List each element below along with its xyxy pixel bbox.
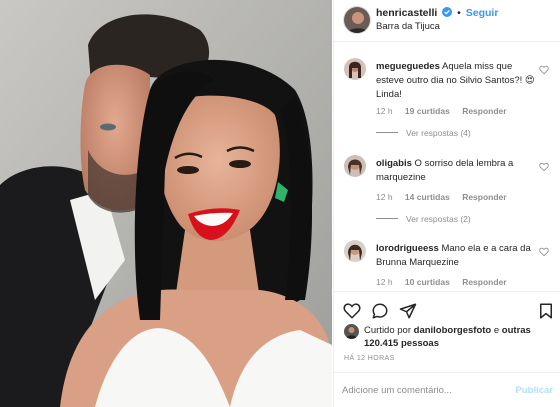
likes-prefix: Curtido por [364, 325, 411, 336]
post-header: henricastelli • Seguir Barra da Tijuca [334, 0, 560, 42]
liker-avatar[interactable] [344, 324, 359, 339]
publish-button[interactable]: Publicar [516, 385, 554, 396]
heart-icon[interactable] [539, 65, 549, 75]
commenter-avatar[interactable] [344, 155, 366, 177]
reply-button[interactable]: Responder [462, 106, 506, 116]
post-location[interactable]: Barra da Tijuca [376, 21, 440, 32]
comment-text: megueguedes Aquela miss que esteve outro… [376, 60, 541, 102]
view-replies-button[interactable]: Ver respostas (2) [376, 214, 471, 224]
post-photo[interactable] [0, 0, 332, 407]
heart-icon[interactable] [539, 162, 549, 172]
author-avatar[interactable] [343, 6, 371, 34]
view-replies-label: Ver respostas (2) [406, 214, 471, 224]
post-timestamp[interactable]: HÁ 12 HORAS [344, 355, 395, 362]
commenter-username[interactable]: lorodrigueess [376, 243, 439, 254]
author-username[interactable]: henricastelli [376, 7, 437, 19]
follow-button[interactable]: Seguir [466, 7, 499, 19]
reply-button[interactable]: Responder [462, 277, 506, 287]
bookmark-icon[interactable] [537, 302, 555, 320]
comment-meta: 12 h 19 curtidas Responder [376, 106, 517, 116]
comment-likes[interactable]: 14 curtidas [405, 192, 450, 202]
heart-icon[interactable] [343, 302, 361, 320]
comment-text: lorodrigueess Mano ela e a cara da Brunn… [376, 242, 541, 270]
commenter-username[interactable]: oligabis [376, 158, 412, 169]
author-line: henricastelli • Seguir [376, 7, 498, 20]
separator-dot: • [457, 7, 461, 19]
view-replies-button[interactable]: Ver respostas (4) [376, 128, 471, 138]
comment-time: 12 h [376, 277, 393, 287]
comment-likes[interactable]: 19 curtidas [405, 106, 450, 116]
reply-button[interactable]: Responder [462, 192, 506, 202]
add-comment-bar: Publicar [334, 372, 560, 407]
post-sidebar: henricastelli • Seguir Barra da Tijuca m… [333, 0, 560, 407]
comment-meta: 12 h 10 curtidas Responder [376, 277, 517, 287]
couple-portrait-image [0, 0, 332, 407]
verified-badge-icon [442, 7, 453, 17]
likes-connector: e [493, 325, 500, 336]
heart-icon[interactable] [539, 247, 549, 257]
comment-likes[interactable]: 10 curtidas [405, 277, 450, 287]
commenter-avatar[interactable] [344, 58, 366, 80]
comment-time: 12 h [376, 192, 393, 202]
share-icon[interactable] [399, 302, 417, 320]
liker-username[interactable]: daniloborgesfoto [414, 325, 492, 336]
commenter-avatar[interactable] [344, 240, 366, 262]
commenter-username[interactable]: megueguedes [376, 61, 440, 72]
view-replies-label: Ver respostas (4) [406, 128, 471, 138]
comment-icon[interactable] [371, 302, 389, 320]
comment-input[interactable] [342, 381, 502, 399]
comment-meta: 12 h 14 curtidas Responder [376, 192, 517, 202]
comment-text: oligabis O sorriso dela lembra a marquez… [376, 157, 541, 185]
comment-time: 12 h [376, 106, 393, 116]
